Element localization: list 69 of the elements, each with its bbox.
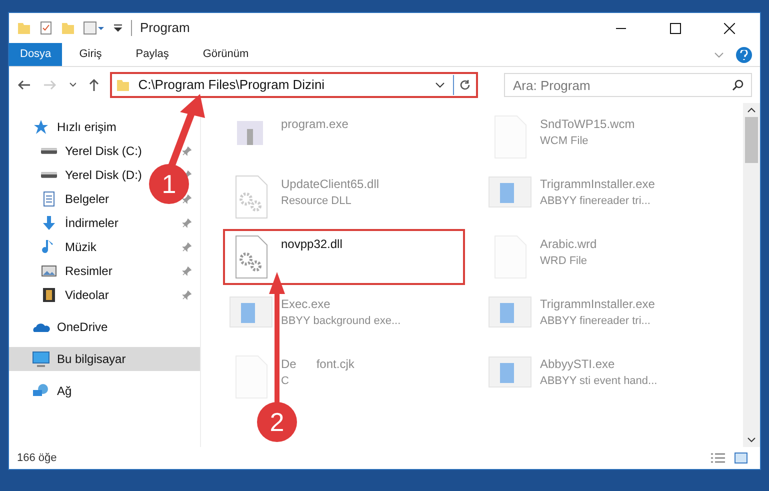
file-type: C [281, 374, 290, 389]
drive-icon [41, 172, 57, 178]
folder-icon [116, 78, 130, 92]
chevron-down-icon[interactable] [747, 437, 756, 443]
pin-icon[interactable] [182, 146, 192, 156]
window-icon [488, 175, 532, 209]
sidebar-item[interactable]: Yerel Disk (C:) [9, 139, 150, 163]
folder-icon [17, 21, 31, 35]
picture-icon [41, 263, 57, 279]
star-icon [33, 119, 49, 135]
pin-icon[interactable] [182, 242, 192, 252]
view-dropdown-icon[interactable] [83, 21, 105, 35]
help-icon[interactable] [736, 46, 752, 62]
film-icon [41, 287, 57, 303]
sidebar-item[interactable]: İndirmeler [9, 211, 126, 235]
network-icon [32, 383, 50, 399]
file-name[interactable]: novpp32.dll [281, 235, 342, 253]
sidebar-item[interactable]: Müzik [9, 235, 104, 259]
maximize-icon [670, 22, 680, 34]
sidebar-item[interactable]: OneDrive [9, 315, 116, 339]
file-type: ABBYY finereader tri... [540, 314, 652, 329]
gear-file-icon [234, 175, 268, 219]
chevron-down-icon[interactable] [435, 81, 446, 89]
window-title: Program [140, 19, 190, 38]
ribbon-tab[interactable]: Giriş [68, 43, 113, 66]
file-type: Resource DLL [281, 194, 352, 209]
sidebar-item[interactable]: Yerel Disk (D:) [9, 163, 150, 187]
ribbon-tab[interactable]: Paylaş [124, 43, 180, 66]
caret-icon[interactable] [113, 23, 123, 33]
pin-icon[interactable] [182, 266, 192, 276]
close-icon [724, 22, 734, 34]
up-arrow-icon[interactable] [88, 78, 100, 92]
address-field[interactable]: C:\Program Files\Program Dizini [110, 72, 478, 98]
file-type: WRD File [540, 254, 588, 269]
document-icon [41, 191, 57, 207]
sidebar-item[interactable]: Resimler [9, 259, 120, 283]
gear-file-icon [234, 235, 268, 279]
drive-icon [41, 148, 57, 154]
sidebar-item[interactable]: Ağ [9, 379, 80, 403]
sidebar-item[interactable]: Belgeler [9, 187, 118, 211]
down-arrow-icon [41, 215, 57, 231]
sidebar-item[interactable]: Hızlı erişim [9, 115, 124, 139]
window-icon [488, 355, 532, 389]
large-icons-view-icon[interactable] [734, 452, 748, 464]
file-type: ABBYY finereader tri... [540, 194, 652, 209]
file-type: WCM File [540, 134, 590, 149]
pin-icon[interactable] [182, 194, 192, 204]
pin-icon[interactable] [182, 290, 192, 300]
ribbon-tab[interactable]: Görünüm [192, 43, 260, 66]
item-count: 166 öğe [17, 450, 57, 466]
chevron-down-icon[interactable] [68, 82, 76, 88]
window-icon [488, 295, 532, 329]
file-type: ABBYY sti event hand... [540, 374, 658, 389]
sidebar-item[interactable]: Videolar [9, 283, 117, 307]
scrollbar[interactable] [743, 103, 760, 447]
ribbon-tab[interactable]: Dosya [9, 43, 62, 66]
chevron-up-icon[interactable] [747, 107, 756, 113]
details-view-icon[interactable] [710, 452, 726, 464]
sidebar-item[interactable]: Bu bilgisayar [9, 347, 200, 371]
file-type: BBYY background exe... [281, 314, 401, 329]
back-arrow-icon[interactable] [17, 79, 31, 91]
properties-icon[interactable] [39, 21, 53, 35]
pin-icon[interactable] [182, 218, 192, 228]
monitor-icon [32, 351, 50, 367]
refresh-icon[interactable] [459, 79, 472, 91]
window-icon [229, 295, 273, 329]
search-icon[interactable] [732, 79, 744, 91]
scrollbar-thumb[interactable] [745, 117, 758, 163]
search-field[interactable]: Ara: Program [504, 73, 752, 97]
